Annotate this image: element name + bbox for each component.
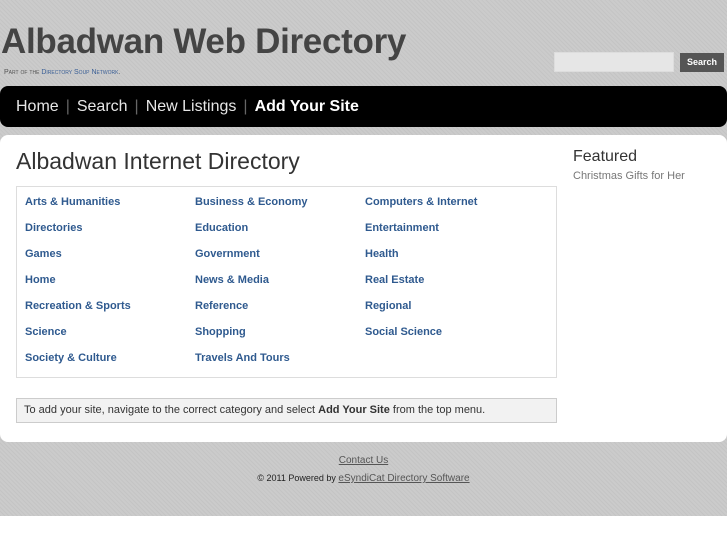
tagline-prefix: Part of the	[4, 69, 42, 76]
search-button[interactable]: Search	[680, 53, 724, 72]
category-link[interactable]: Business & Economy	[195, 196, 307, 208]
nav-home[interactable]: Home	[16, 98, 59, 116]
category-link[interactable]: Shopping	[195, 326, 246, 338]
nav-add-your-site[interactable]: Add Your Site	[255, 98, 359, 116]
category-link[interactable]: Home	[25, 274, 56, 286]
category-grid: Arts & Humanities Business & Economy Compu…	[16, 186, 557, 378]
nav-separator: |	[243, 97, 248, 115]
category-link[interactable]: Games	[25, 248, 62, 260]
featured-heading: Featured	[573, 148, 638, 165]
nav-new-listings[interactable]: New Listings	[146, 98, 237, 116]
category-link[interactable]: Entertainment	[365, 222, 439, 234]
search-input[interactable]	[554, 52, 674, 72]
tagline: Part of the Directory Soup Network.	[4, 69, 120, 76]
esyndicat-link[interactable]: eSyndiCat Directory Software	[338, 473, 469, 484]
category-link[interactable]: Science	[25, 326, 67, 338]
category-link[interactable]: Reference	[195, 300, 248, 312]
category-link[interactable]: News & Media	[195, 274, 269, 286]
add-site-notice: To add your site, navigate to the correc…	[16, 398, 557, 423]
nav-search[interactable]: Search	[77, 98, 128, 116]
page-heading: Albadwan Internet Directory	[16, 148, 300, 174]
directory-soup-link[interactable]: Directory Soup Network	[41, 69, 118, 76]
category-link[interactable]: Society & Culture	[25, 352, 117, 364]
notice-prefix: To add your site, navigate to the correc…	[24, 404, 319, 416]
site-title: Albadwan Web Directory	[1, 22, 407, 61]
notice-suffix: from the top menu.	[389, 404, 486, 416]
nav-separator: |	[134, 97, 139, 115]
tagline-suffix: .	[118, 69, 121, 76]
powered-prefix: © 2011 Powered by	[257, 473, 339, 483]
category-link[interactable]: Arts & Humanities	[25, 196, 120, 208]
category-link[interactable]: Government	[195, 248, 260, 260]
category-link[interactable]: Recreation & Sports	[25, 300, 131, 312]
category-link[interactable]: Directories	[25, 222, 82, 234]
contact-link[interactable]: Contact Us	[0, 455, 727, 466]
featured-link[interactable]: Christmas Gifts for Her	[573, 170, 685, 182]
powered-by: © 2011 Powered by eSyndiCat Directory So…	[0, 473, 727, 484]
category-link[interactable]: Health	[365, 248, 399, 260]
category-link[interactable]: Education	[195, 222, 248, 234]
nav-separator: |	[65, 97, 70, 115]
category-link[interactable]: Computers & Internet	[365, 196, 477, 208]
category-link[interactable]: Regional	[365, 300, 411, 312]
notice-bold: Add Your Site	[318, 404, 390, 416]
main-nav: Home | Search | New Listings | Add Your Sit…	[0, 86, 727, 127]
category-link[interactable]: Social Science	[365, 326, 442, 338]
category-link[interactable]: Travels And Tours	[195, 352, 290, 364]
category-link[interactable]: Real Estate	[365, 274, 424, 286]
